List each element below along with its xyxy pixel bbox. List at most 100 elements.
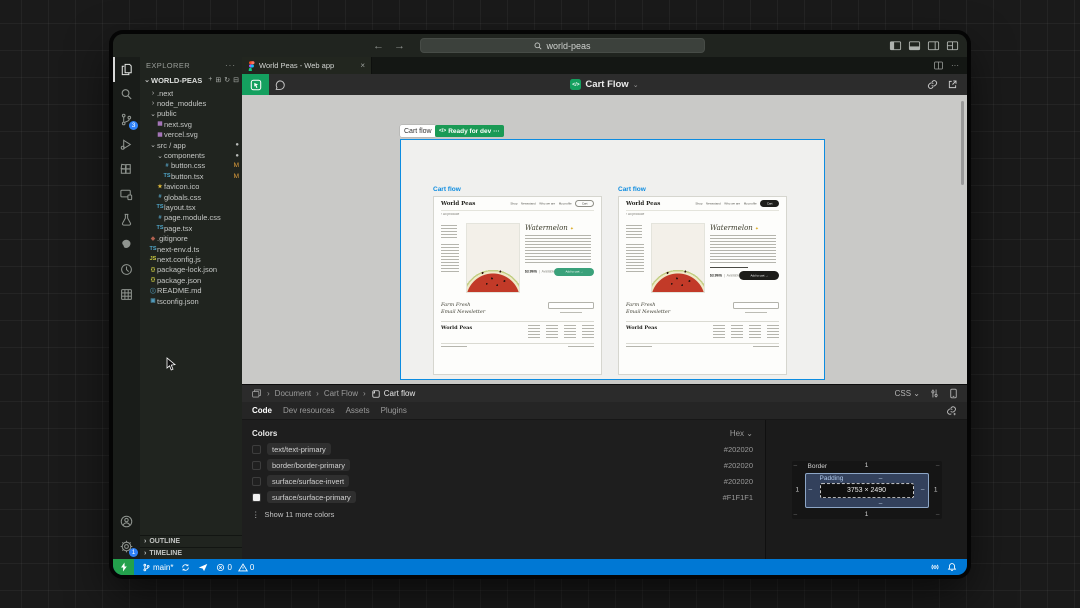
- breadcrumb-cart-flow[interactable]: Cart Flow: [324, 389, 358, 398]
- branch-status[interactable]: main*: [142, 563, 173, 572]
- color-row[interactable]: surface/surface-invert #202020: [252, 473, 753, 489]
- show-more-colors[interactable]: ⋮ Show 11 more colors: [252, 510, 753, 519]
- copy-link-icon[interactable]: [927, 79, 938, 90]
- toggle-sidebar-icon[interactable]: [889, 39, 902, 52]
- color-token-chip[interactable]: surface/surface-invert: [267, 475, 350, 487]
- chevron-down-icon[interactable]: ⌄: [633, 81, 639, 89]
- color-hex-value: #202020: [723, 476, 753, 486]
- file-row[interactable]: TS next-env.d.ts: [140, 244, 242, 254]
- file-row[interactable]: ★ favicon.ico: [140, 182, 242, 192]
- timeline-section[interactable]: › TIMELINE: [140, 547, 242, 559]
- activity-source-control[interactable]: 3: [113, 107, 140, 132]
- panel-tab-assets[interactable]: Assets: [346, 406, 370, 415]
- element-size[interactable]: 3753 × 2490: [819, 483, 914, 499]
- outline-section[interactable]: › OUTLINE: [140, 535, 242, 547]
- color-token-chip[interactable]: surface/surface-primary: [267, 491, 356, 503]
- activity-extension-grid[interactable]: [113, 282, 140, 307]
- hex-header-dropdown[interactable]: Hex ⌄: [730, 429, 753, 438]
- remote-indicator[interactable]: [113, 559, 134, 575]
- settings-sliders-icon[interactable]: [929, 388, 940, 399]
- editor-more-actions-icon[interactable]: ···: [951, 61, 959, 70]
- color-row[interactable]: border/border-primary #202020: [252, 457, 753, 473]
- refresh-explorer-icon[interactable]: ↻: [224, 76, 230, 84]
- color-row[interactable]: surface/surface-primary #F1F1F1: [252, 489, 753, 505]
- file-row[interactable]: JS next.config.js: [140, 254, 242, 264]
- publish-status[interactable]: [198, 563, 208, 572]
- activity-extension-hand[interactable]: [113, 232, 140, 257]
- problems-status[interactable]: 0 0: [216, 563, 254, 572]
- file-row[interactable]: TS layout.tsx: [140, 202, 242, 212]
- device-preview-icon[interactable]: [949, 388, 958, 399]
- history-forward-button[interactable]: →: [394, 40, 405, 52]
- activity-extension-clock[interactable]: [113, 257, 140, 282]
- file-row[interactable]: TS button.tsx M: [140, 171, 242, 181]
- selected-section-frame[interactable]: Cart flow </> Ready for dev ··· Cart flo…: [400, 125, 825, 380]
- color-swatch: [252, 460, 261, 470]
- explorer-more-icon[interactable]: ···: [225, 61, 236, 70]
- file-row[interactable]: # button.css M: [140, 161, 242, 171]
- select-tool-button[interactable]: [242, 74, 269, 95]
- comment-tool-button[interactable]: [269, 79, 291, 91]
- file-row[interactable]: ▣ tsconfig.json: [140, 296, 242, 306]
- frame-name-chip[interactable]: Cart flow: [400, 125, 436, 137]
- box-model[interactable]: Border 1 1 1 1 – – – – Padding – – – – 3…: [791, 460, 942, 519]
- file-row[interactable]: ⌄ src / app ●: [140, 140, 242, 150]
- file-row[interactable]: {} package-lock.json: [140, 265, 242, 275]
- file-row[interactable]: # globals.css: [140, 192, 242, 202]
- activity-remote-explorer[interactable]: [113, 182, 140, 207]
- mock-page-light[interactable]: World Peas Shop Newsstand Who we are My pro…: [433, 196, 602, 375]
- activity-testing[interactable]: [113, 207, 140, 232]
- css-dropdown[interactable]: CSS ⌄: [895, 389, 920, 398]
- file-row[interactable]: ⌄ public: [140, 109, 242, 119]
- padding-box[interactable]: Padding – – – – 3753 × 2490: [804, 472, 929, 508]
- activity-accounts[interactable]: [113, 509, 140, 534]
- file-row[interactable]: › .next: [140, 88, 242, 98]
- history-back-button[interactable]: ←: [373, 40, 384, 52]
- color-token-chip[interactable]: text/text-primary: [267, 443, 331, 455]
- breadcrumb-document[interactable]: Document: [275, 389, 311, 398]
- toggle-panel-icon[interactable]: [908, 39, 921, 52]
- mock-page-dark[interactable]: World Peas Shop Newsstand Who we are My pro…: [618, 196, 787, 375]
- page-label-left[interactable]: Cart flow: [433, 186, 461, 193]
- collapse-folders-icon[interactable]: ⊟: [233, 76, 239, 84]
- sync-status[interactable]: [181, 563, 190, 572]
- customize-layout-icon[interactable]: [946, 39, 959, 52]
- color-token-chip[interactable]: border/border-primary: [267, 459, 350, 471]
- color-row[interactable]: text/text-primary #202020: [252, 441, 753, 457]
- feedback-icon[interactable]: [930, 562, 940, 572]
- file-row[interactable]: ⌄ components ●: [140, 150, 242, 160]
- notifications-bell-icon[interactable]: [947, 562, 957, 572]
- command-search-box[interactable]: world-peas: [420, 38, 705, 53]
- canvas-scrollbar[interactable]: [961, 101, 964, 185]
- activity-search[interactable]: [113, 82, 140, 107]
- file-row[interactable]: {} package.json: [140, 275, 242, 285]
- tab-world-peas[interactable]: World Peas - Web app ×: [242, 57, 372, 74]
- file-row[interactable]: # page.module.css: [140, 213, 242, 223]
- activity-run-debug[interactable]: [113, 132, 140, 157]
- breadcrumb-current[interactable]: Cart flow: [371, 389, 415, 399]
- toggle-secondary-sidebar-icon[interactable]: [927, 39, 940, 52]
- new-file-icon[interactable]: +: [208, 76, 212, 84]
- panel-tab-plugins[interactable]: Plugins: [381, 406, 407, 415]
- file-row[interactable]: ▦ vercel.svg: [140, 130, 242, 140]
- figma-page-title[interactable]: Cart Flow: [585, 79, 628, 90]
- file-row[interactable]: ◆ .gitignore: [140, 233, 242, 243]
- project-root-row[interactable]: ⌄ WORLD-PEAS + ⊞ ↻ ⊟: [140, 73, 242, 87]
- activity-settings[interactable]: 1: [113, 534, 140, 559]
- page-label-right[interactable]: Cart flow: [618, 186, 646, 193]
- ready-for-dev-badge[interactable]: </> Ready for dev ···: [435, 125, 504, 137]
- file-row[interactable]: ▦ next.svg: [140, 119, 242, 129]
- file-row[interactable]: ⓘ README.md: [140, 285, 242, 295]
- add-link-icon[interactable]: [946, 405, 957, 416]
- figma-canvas[interactable]: Cart flow </> Ready for dev ··· Cart flo…: [242, 95, 967, 384]
- open-in-figma-icon[interactable]: [947, 79, 958, 90]
- file-row[interactable]: TS page.tsx: [140, 223, 242, 233]
- activity-explorer[interactable]: [113, 57, 140, 82]
- tab-close-icon[interactable]: ×: [360, 61, 365, 70]
- file-row[interactable]: › node_modules: [140, 98, 242, 108]
- split-editor-icon[interactable]: [933, 60, 944, 71]
- activity-extensions[interactable]: [113, 157, 140, 182]
- panel-tab-dev-resources[interactable]: Dev resources: [283, 406, 335, 415]
- new-folder-icon[interactable]: ⊞: [215, 76, 221, 84]
- panel-tab-code[interactable]: Code: [252, 406, 272, 415]
